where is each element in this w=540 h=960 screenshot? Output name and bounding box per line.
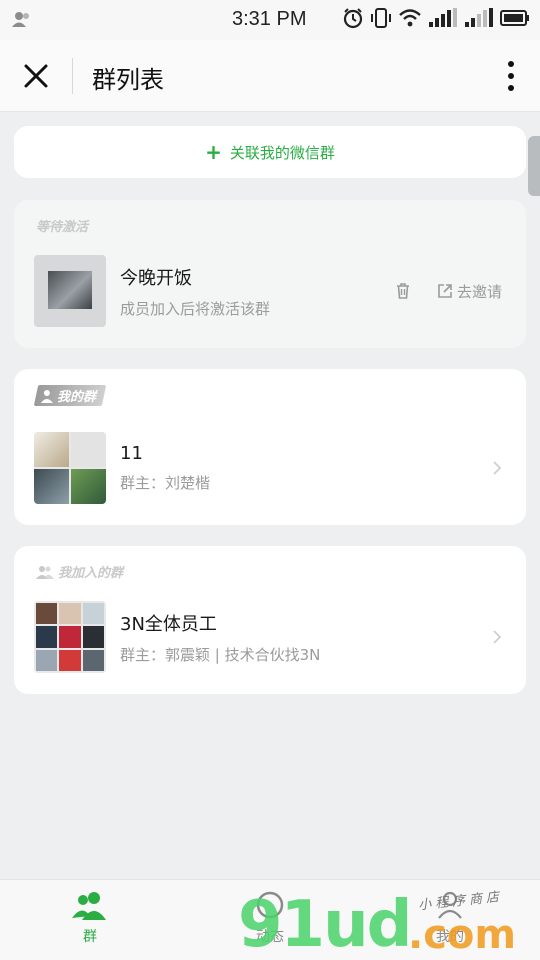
group-avatar: [34, 432, 106, 504]
row-actions: 去邀请: [395, 281, 502, 302]
tab-groups[interactable]: 群: [40, 890, 140, 946]
joined-groups-section: 我加入的群 3N全体员工 群主：郭震颖 | 技术合伙找3N: [14, 546, 526, 694]
group-row-joined[interactable]: 3N全体员工 群主：郭震颖 | 技术合伙找3N: [34, 600, 506, 674]
users-icon: [72, 892, 106, 920]
avatar-cell: [59, 626, 81, 648]
avatar-image: [48, 271, 92, 309]
invite-label: 去邀请: [456, 282, 502, 301]
group-avatar: [34, 255, 106, 327]
avatar-cell: [82, 649, 104, 671]
wifi-icon: [399, 9, 421, 27]
status-bar: 3:31 PM: [0, 0, 540, 40]
avatar-cell: [36, 603, 58, 625]
trash-icon[interactable]: [395, 282, 411, 300]
user-icon: [41, 389, 53, 403]
bottom-tab-bar: 群 动态 我的: [0, 879, 540, 960]
avatar-cell: [71, 432, 106, 467]
status-time: 3:31 PM: [232, 8, 307, 30]
avatar-grid: [34, 601, 106, 673]
tab-moments[interactable]: 动态: [220, 890, 320, 946]
section-label-joined: 我加入的群: [36, 562, 123, 581]
avatar-grid: [34, 432, 106, 504]
users-icon: [36, 565, 54, 579]
signal-icon: [465, 8, 493, 27]
scroll-handle[interactable]: [528, 136, 540, 196]
section-label-my-groups: 我的群: [33, 385, 107, 406]
status-icons: [342, 7, 530, 29]
vibrate-icon: [371, 8, 391, 28]
avatar-cell: [36, 626, 58, 648]
chevron-right-icon: [493, 630, 502, 644]
avatar-cell: [71, 469, 106, 504]
avatar-cell: [59, 649, 81, 671]
tab-me[interactable]: 我的: [400, 890, 500, 946]
group-info: 今晚开饭 成员加入后将激活该群: [120, 264, 395, 319]
pending-groups-section: 等待激活 今晚开饭 成员加入后将激活该群 去邀请: [14, 200, 526, 348]
avatar-cell: [34, 469, 69, 504]
group-subtitle: 群主：刘楚楷: [120, 474, 211, 492]
plus-icon: +: [205, 140, 222, 164]
group-info: 11 群主：刘楚楷: [120, 443, 492, 493]
group-avatar: [34, 601, 106, 673]
invite-button[interactable]: 去邀请: [437, 281, 502, 302]
group-name: 11: [120, 443, 143, 464]
avatar-cell: [82, 626, 104, 648]
title-bar: 群列表: [0, 40, 540, 112]
section-label-pending: 等待激活: [36, 220, 89, 235]
tab-label: 群: [83, 929, 97, 945]
share-icon: [438, 284, 452, 298]
alarm-icon: [343, 8, 363, 29]
moments-icon: [256, 891, 284, 919]
close-icon[interactable]: [20, 60, 52, 92]
my-groups-section: 我的群 11 群主：刘楚楷: [14, 369, 526, 525]
avatar-cell: [34, 432, 69, 467]
link-wechat-group-label: 关联我的微信群: [229, 143, 335, 162]
battery-icon: [500, 10, 529, 26]
tab-label: 我的: [436, 929, 464, 945]
my-groups-tag: 我的群: [33, 385, 107, 406]
tab-label: 动态: [256, 929, 284, 945]
group-subtitle: 群主：郭震颖 | 技术合伙找3N: [120, 645, 321, 664]
group-info: 3N全体员工 群主：郭震颖 | 技术合伙找3N: [120, 610, 492, 665]
avatar-cell: [59, 603, 81, 625]
group-row-mine[interactable]: 11 群主：刘楚楷: [34, 431, 506, 505]
title-divider: [72, 58, 73, 94]
user-icon: [12, 12, 29, 27]
avatar-cell: [82, 603, 104, 625]
group-row-pending[interactable]: 今晚开饭 成员加入后将激活该群 去邀请: [34, 254, 506, 328]
group-name: 今晚开饭: [120, 267, 192, 289]
group-subtitle: 成员加入后将激活该群: [120, 299, 271, 318]
avatar-cell: [36, 649, 58, 671]
page-title: 群列表: [92, 66, 164, 94]
group-name: 3N全体员工: [120, 613, 217, 635]
user-icon: [438, 891, 462, 919]
signal-icon: [429, 8, 457, 27]
chevron-right-icon: [493, 461, 502, 475]
link-wechat-group-button[interactable]: + 关联我的微信群: [14, 126, 526, 178]
more-vertical-icon[interactable]: [504, 58, 518, 94]
